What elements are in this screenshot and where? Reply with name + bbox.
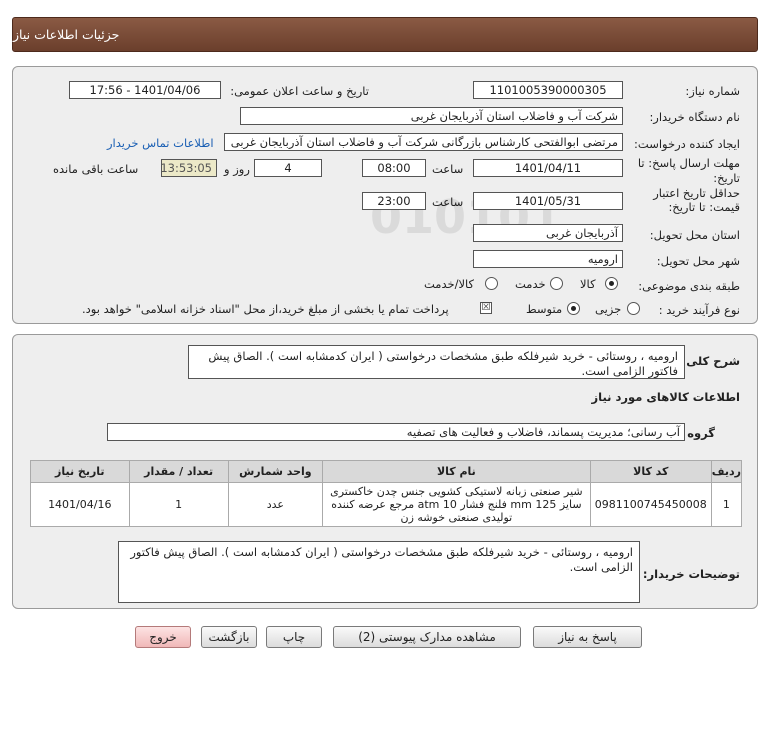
need-number-label: شماره نیاز: (685, 84, 740, 98)
announce-label: تاریخ و ساعت اعلان عمومی: (230, 84, 369, 98)
city-field: ارومیه (473, 250, 623, 268)
cell-code: 0981100745450008 (589, 482, 712, 527)
validity-label-1: حداقل تاریخ اعتبار (653, 186, 740, 200)
table-row: 1 0981100745450008 شیر صنعتی زبانه لاستی… (30, 482, 743, 527)
category-label: طبقه بندی موضوعی: (638, 279, 740, 293)
col-date: تاریخ نیاز (30, 460, 130, 483)
buyer-org-label: نام دستگاه خریدار: (649, 110, 740, 124)
col-qty: تعداد / مقدار (128, 460, 229, 483)
reply-button[interactable]: پاسخ به نیاز (533, 626, 642, 648)
validity-label-2: قیمت: تا تاریخ: (668, 200, 740, 214)
category-option-goods: کالا (580, 277, 596, 291)
goods-group-field: آب رسانی؛ مدیریت پسماند، فاضلاب و فعالیت… (107, 423, 685, 441)
summary-text: ارومیه ، روستائی - خرید شیرفلکه طبق مشخص… (188, 345, 685, 379)
requester-field: مرتضی ابوالفتحی کارشناس بازرگانی شرکت آب… (224, 133, 623, 151)
category-option-service: خدمت (515, 277, 546, 291)
process-option-minor: جزیی (595, 302, 622, 316)
deadline-time-label: ساعت (432, 162, 464, 176)
cell-name: شیر صنعتی زبانه لاستیکی کشویی جنس چدن خا… (321, 482, 591, 527)
payment-note: پرداخت تمام یا بخشی از مبلغ خرید،از محل … (82, 302, 449, 316)
treasury-checkbox[interactable]: ☒ (480, 302, 492, 314)
goods-table: ردیف کد کالا نام کالا واحد شمارش تعداد /… (30, 460, 743, 527)
page-title: جزئیات اطلاعات نیاز (13, 27, 120, 42)
remaining-time-label: ساعت باقی مانده (53, 162, 139, 176)
cell-unit: عدد (227, 482, 323, 527)
city-label: شهر محل تحویل: (656, 254, 740, 268)
category-radio-goods[interactable] (605, 277, 618, 290)
cell-date: 1401/04/16 (30, 482, 130, 527)
validity-time-label: ساعت (432, 195, 464, 209)
col-name: نام کالا (321, 460, 591, 483)
col-code: کد کالا (589, 460, 712, 483)
days-label: روز و (224, 162, 250, 176)
col-unit: واحد شمارش (227, 460, 323, 483)
announce-field: 1401/04/06 - 17:56 (69, 81, 221, 99)
col-row: ردیف (710, 460, 743, 483)
contact-buyer-link[interactable]: اطلاعات تماس خریدار (107, 136, 214, 150)
validity-time-field: 23:00 (362, 192, 426, 210)
requester-label: ایجاد کننده درخواست: (634, 137, 740, 151)
attachments-button[interactable]: مشاهده مدارک پیوستی (2) (333, 626, 521, 648)
print-button[interactable]: چاپ (266, 626, 322, 648)
process-radio-minor[interactable] (627, 302, 640, 315)
table-header-row: ردیف کد کالا نام کالا واحد شمارش تعداد /… (30, 460, 743, 483)
days-field: 4 (254, 159, 322, 177)
deadline-time-field: 08:00 (362, 159, 426, 177)
province-label: استان محل تحویل: (649, 228, 740, 242)
back-button[interactable]: بازگشت (201, 626, 257, 648)
page-header: جزئیات اطلاعات نیاز (12, 17, 758, 52)
need-number-field: 1101005390000305 (473, 81, 623, 99)
buyer-org-field: شرکت آب و فاضلاب استان آذربایجان غربی (240, 107, 623, 125)
remaining-time-field: 13:53:05 (161, 159, 217, 177)
cell-qty: 1 (128, 482, 229, 527)
cell-row: 1 (710, 482, 743, 527)
deadline-date-field: 1401/04/11 (473, 159, 623, 177)
category-radio-goods-service[interactable] (485, 277, 498, 290)
validity-date-field: 1401/05/31 (473, 192, 623, 210)
buyer-notes-text: ارومیه ، روستائی - خرید شیرفلکه طبق مشخص… (118, 541, 640, 603)
province-field: آذربایجان غربی (473, 224, 623, 242)
process-radio-medium[interactable] (567, 302, 580, 315)
process-label: نوع فرآیند خرید : (658, 303, 740, 317)
category-radio-service[interactable] (550, 277, 563, 290)
deadline-label-2: تاریخ: (713, 171, 740, 185)
category-option-goods-service: کالا/خدمت (424, 277, 475, 291)
buyer-notes-label: توضیحات خریدار: (642, 567, 740, 581)
process-option-medium: متوسط (526, 302, 563, 316)
exit-button[interactable]: خروج (135, 626, 191, 648)
goods-section-title: اطلاعات کالاهای مورد نیاز (591, 390, 740, 404)
deadline-label-1: مهلت ارسال پاسخ: تا (637, 156, 740, 170)
